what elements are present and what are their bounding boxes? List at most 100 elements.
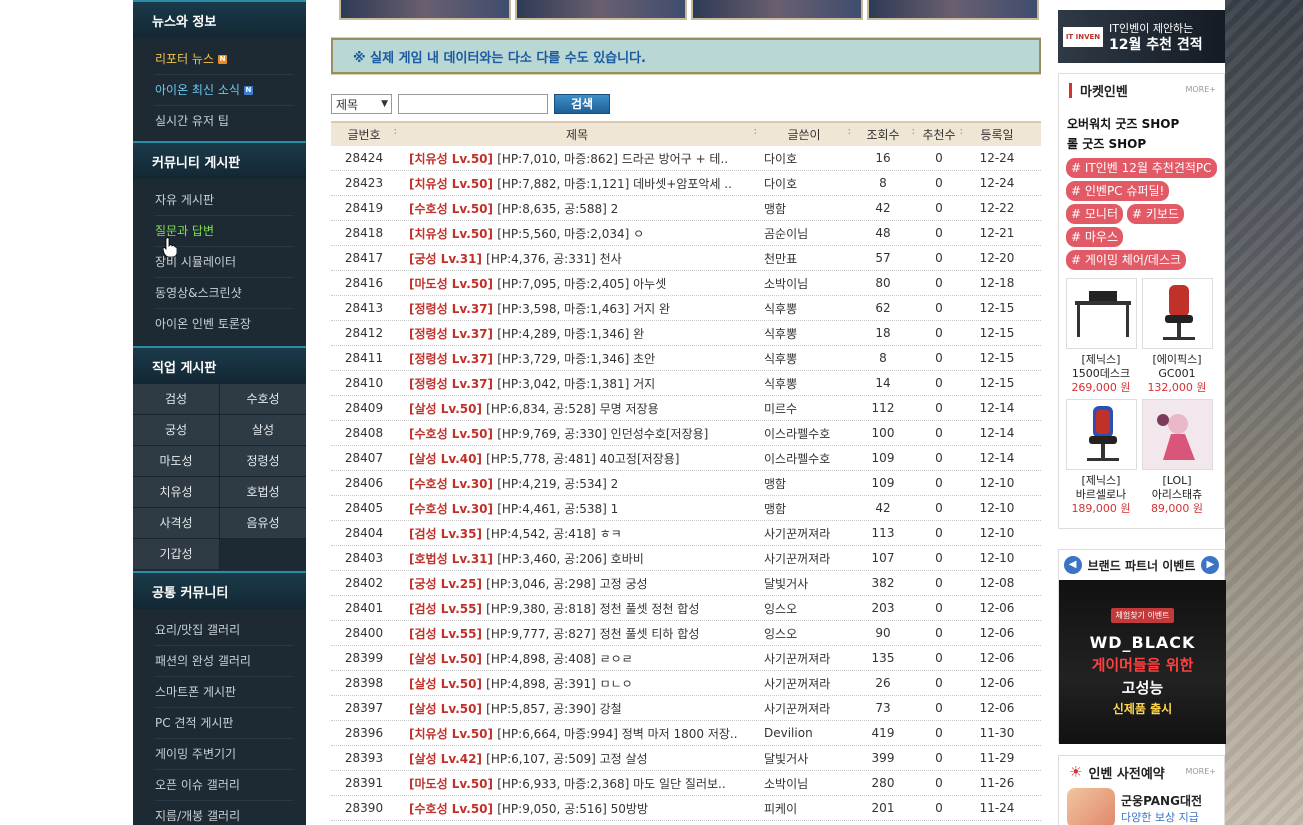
post-title-link[interactable]: [살성 Lv.40] [HP:5,778, 공:481] 40고정[저장용] [397,450,757,467]
hashtag-link[interactable]: # 키보드 [1127,204,1184,224]
table-row[interactable]: 28417 [궁성 Lv.31] [HP:4,376, 공:331] 천사 천만표 5… [331,246,1041,271]
more-link[interactable]: MORE+ [1185,767,1216,776]
post-author[interactable]: 소박이님 [757,275,851,292]
job-board-link[interactable]: 정령성 [220,446,306,476]
table-row[interactable]: 28407 [살성 Lv.40] [HP:5,778, 공:481] 40고정[저… [331,446,1041,471]
job-board-link[interactable]: 검성 [133,384,219,414]
it-inven-ad-banner[interactable]: IT INVEN IT인벤이 제안하는 12월 추천 견적 [1058,10,1225,63]
post-author[interactable]: Devilion [757,726,851,740]
table-row[interactable]: 28397 [살성 Lv.50] [HP:5,857, 공:390] 강철 사기꾼꺼… [331,696,1041,721]
table-row[interactable]: 28391 [마도성 Lv.50] [HP:6,933, 마증:2,368] 마도… [331,771,1041,796]
post-title-link[interactable]: [검성 Lv.55] [HP:9,380, 공:818] 정천 풀셋 정천 합성 [397,600,757,617]
table-row[interactable]: 28401 [검성 Lv.55] [HP:9,380, 공:818] 정천 풀셋 … [331,596,1041,621]
post-author[interactable]: 소박이님 [757,775,851,792]
post-author[interactable]: 다이호 [757,175,851,192]
table-row[interactable]: 28416 [마도성 Lv.50] [HP:7,095, 마증:2,405] 아누… [331,271,1041,296]
table-row[interactable]: 28418 [치유성 Lv.50] [HP:5,560, 마증:2,034] ㅇ곰… [331,221,1041,246]
post-title-link[interactable]: [정령성 Lv.37] [HP:3,042, 마증:1,381] 거지 [397,375,757,392]
post-author[interactable]: 사기꾼꺼져라 [757,650,851,667]
table-row[interactable]: 28412 [정령성 Lv.37] [HP:4,289, 마증:1,346] 완식… [331,321,1041,346]
sidebar-item-unboxing-gallery[interactable]: 지름/개봉 갤러리 [155,801,293,825]
post-author[interactable]: 이스라펠수호 [757,425,851,442]
table-row[interactable]: 28400 [검성 Lv.55] [HP:9,777, 공:827] 정천 풀셋 … [331,621,1041,646]
shop-link[interactable]: 롤 굿즈 SHOP [1059,134,1224,154]
sidebar-item-food-gallery[interactable]: 요리/맛집 갤러리 [155,615,293,646]
post-author[interactable]: 맹함 [757,475,851,492]
table-row[interactable]: 28396 [치유성 Lv.50] [HP:6,664, 마증:994] 정벽 마… [331,721,1041,746]
post-title-link[interactable]: [치유성 Lv.50] [HP:7,882, 마증:1,121] 데바셋+암포악… [397,175,757,192]
table-row[interactable]: 28405 [수호성 Lv.30] [HP:4,461, 공:538] 1 맹함 42… [331,496,1041,521]
post-author[interactable]: 곰순이님 [757,225,851,242]
job-board-link[interactable]: 치유성 [133,477,219,507]
sidebar-item-debate[interactable]: 아이온 인벤 토론장 [155,309,293,340]
post-title-link[interactable]: [마도성 Lv.50] [HP:6,933, 마증:2,368] 마도 일단 질… [397,775,757,792]
post-title-link[interactable]: [수호성 Lv.30] [HP:4,219, 공:534] 2 [397,475,757,492]
class-banner-image[interactable] [867,0,1039,20]
table-row[interactable]: 28393 [살성 Lv.42] [HP:6,107, 공:509] 고정 살성 달… [331,746,1041,771]
hashtag-link[interactable]: # IT인벤 12월 추천견적PC [1066,158,1217,178]
sidebar-item-gaming-gear[interactable]: 게이밍 주변기기 [155,739,293,770]
job-board-link[interactable]: 궁성 [133,415,219,445]
wd-black-ad[interactable]: 체험찾기 이벤트 WD_BLACK 게이머들을 위한 고성능 신제품 출시 [1059,580,1226,744]
table-row[interactable]: 28413 [정령성 Lv.37] [HP:3,598, 마증:1,463] 거지… [331,296,1041,321]
column-header-title[interactable]: 제목 [397,126,757,143]
job-board-link[interactable]: 기갑성 [133,539,219,569]
column-header-views[interactable]: 조회수 [851,126,915,143]
post-author[interactable]: 미르수 [757,400,851,417]
table-row[interactable]: 28406 [수호성 Lv.30] [HP:4,219, 공:534] 2 맹함 10… [331,471,1041,496]
job-board-link[interactable]: 음유성 [220,508,306,538]
job-board-link[interactable]: 사격성 [133,508,219,538]
table-row[interactable]: 28390 [수호성 Lv.50] [HP:9,050, 공:516] 50방방 피… [331,796,1041,821]
post-author[interactable]: 식후뽕 [757,300,851,317]
post-author[interactable]: 다이호 [757,150,851,167]
post-title-link[interactable]: [정령성 Lv.37] [HP:4,289, 마증:1,346] 완 [397,325,757,342]
reservation-item[interactable]: 군웅PANG대전 다양한 보상 지급 [1059,788,1224,825]
post-title-link[interactable]: [정령성 Lv.37] [HP:3,729, 마증:1,346] 초안 [397,350,757,367]
sidebar-item-free-board[interactable]: 자유 게시판 [155,185,293,216]
post-author[interactable]: 천만표 [757,250,851,267]
post-title-link[interactable]: [검성 Lv.55] [HP:9,777, 공:827] 정천 풀셋 티하 합성 [397,625,757,642]
goods-item[interactable]: [제닉스] 1500데스크 269,000 원 [1063,278,1139,395]
post-title-link[interactable]: [검성 Lv.35] [HP:4,542, 공:418] ㅎㅋ [397,525,757,542]
post-author[interactable]: 사기꾼꺼져라 [757,675,851,692]
post-author[interactable]: 사기꾼꺼져라 [757,700,851,717]
goods-item[interactable]: [에이픽스] GC001 132,000 원 [1139,278,1215,395]
sidebar-item-smartphone-board[interactable]: 스마트폰 게시판 [155,677,293,708]
sidebar-item-fashion-gallery[interactable]: 패션의 완성 갤러리 [155,646,293,677]
hashtag-link[interactable]: # 모니터 [1066,204,1123,224]
post-title-link[interactable]: [치유성 Lv.50] [HP:7,010, 마증:862] 드라곤 방어구 +… [397,150,757,167]
post-author[interactable]: 식후뽕 [757,375,851,392]
table-row[interactable]: 28398 [살성 Lv.50] [HP:4,898, 공:391] ㅁㄴㅇ 사기꾼… [331,671,1041,696]
search-field-select[interactable]: 제목 ▼ [331,94,392,114]
post-title-link[interactable]: [수호성 Lv.50] [HP:9,769, 공:330] 인던성수호[저장용] [397,425,757,442]
prev-arrow-icon[interactable]: ◀ [1063,556,1082,574]
sidebar-item-aion-news[interactable]: 아이온 최신 소식 N [155,75,293,106]
table-row[interactable]: 28411 [정령성 Lv.37] [HP:3,729, 마증:1,346] 초안… [331,346,1041,371]
post-title-link[interactable]: [치유성 Lv.50] [HP:5,560, 마증:2,034] ㅇ [397,225,757,242]
job-board-link[interactable]: 호법성 [220,477,306,507]
column-header-author[interactable]: 글쓴이 [757,126,851,143]
table-row[interactable]: 28402 [궁성 Lv.25] [HP:3,046, 공:298] 고정 궁성 달… [331,571,1041,596]
hashtag-link[interactable]: # 인벤PC 슈퍼딜! [1066,181,1170,201]
post-title-link[interactable]: [수호성 Lv.30] [HP:4,461, 공:538] 1 [397,500,757,517]
shop-link[interactable]: 오버워치 굿즈 SHOP [1059,114,1224,134]
table-row[interactable]: 28403 [호법성 Lv.31] [HP:3,460, 공:206] 호바비 사기… [331,546,1041,571]
post-author[interactable]: 피케이 [757,800,851,817]
search-button[interactable]: 검색 [554,94,610,114]
post-title-link[interactable]: [치유성 Lv.50] [HP:6,664, 마증:994] 정벽 마저 180… [397,725,757,742]
more-link[interactable]: MORE+ [1185,85,1216,94]
post-author[interactable]: 사기꾼꺼져라 [757,550,851,567]
post-title-link[interactable]: [호법성 Lv.31] [HP:3,460, 공:206] 호바비 [397,550,757,567]
post-author[interactable]: 식후뽕 [757,350,851,367]
post-author[interactable]: 잉스오 [757,600,851,617]
hashtag-link[interactable]: # 게이밍 체어/데스크 [1066,250,1187,270]
post-title-link[interactable]: [궁성 Lv.25] [HP:3,046, 공:298] 고정 궁성 [397,575,757,592]
table-row[interactable]: 28410 [정령성 Lv.37] [HP:3,042, 마증:1,381] 거지… [331,371,1041,396]
post-title-link[interactable]: [살성 Lv.42] [HP:6,107, 공:509] 고정 살성 [397,750,757,767]
post-title-link[interactable]: [살성 Lv.50] [HP:4,898, 공:408] ㄹㅇㄹ [397,650,757,667]
goods-item[interactable]: [제닉스] 바르셀로나 189,000 원 [1063,399,1139,516]
post-author[interactable]: 이스라펠수호 [757,450,851,467]
column-header-number[interactable]: 글번호 [331,126,397,143]
table-row[interactable]: 28409 [살성 Lv.50] [HP:6,834, 공:528] 무명 저장용… [331,396,1041,421]
post-author[interactable]: 맹함 [757,500,851,517]
